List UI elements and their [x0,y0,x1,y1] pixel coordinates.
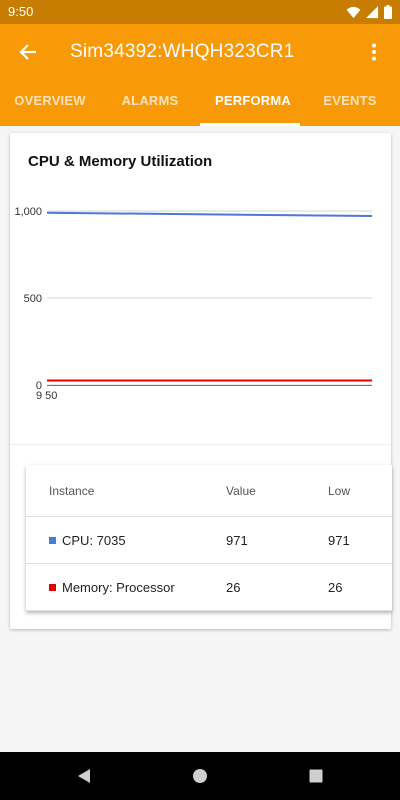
performance-card: CPU & Memory Utilization 1,000 500 0 9 50 I… [10,133,392,629]
triangle-back-icon [78,769,90,783]
legend-swatch [49,583,56,591]
system-nav-bar [0,752,400,800]
wifi-icon [346,6,361,18]
battery-icon [384,5,392,19]
tab-alarms[interactable]: ALARMS [100,80,200,126]
utilization-chart: 1,00050009 50 [14,206,373,402]
nav-back-button[interactable] [74,766,94,786]
instance-name: Memory: Processor [62,579,175,595]
y-tick-label: 1,000 [14,206,42,218]
signal-icon [366,5,379,18]
low-cell: 26 [328,579,343,595]
instance-table: Instance Value Low CPU: 7035 971 971 Mem… [26,465,392,611]
status-bar: 9:50 [0,0,400,24]
tab-performance[interactable]: PERFORMA [200,80,300,126]
instance-name: CPU: 7035 [62,532,126,548]
status-time: 9:50 [8,4,34,19]
table-row[interactable]: CPU: 7035 971 971 [26,517,392,564]
header-instance: Instance [49,483,95,498]
card-title: CPU & Memory Utilization [28,153,213,170]
table-row[interactable]: Memory: Processor 26 26 [26,564,392,611]
nav-home-button[interactable] [190,766,210,786]
arrow-back-icon [19,44,36,60]
value-cell: 971 [226,532,248,548]
app-bar: Sim34392:WHQH323CR1 [0,24,400,80]
tab-events[interactable]: EVENTS [300,80,400,126]
tab-indicator [200,123,300,126]
instance-cell: CPU: 7035 [49,517,126,563]
overflow-menu-button[interactable] [358,36,390,68]
more-vert-icon [372,43,376,61]
tab-overview[interactable]: OVERVIEW [0,80,100,126]
header-value: Value [226,483,256,498]
table-header: Instance Value Low [26,465,392,517]
back-button[interactable] [12,36,44,68]
value-cell: 26 [226,579,241,595]
legend-swatch [49,536,56,544]
x-tick-label: 9 50 [36,390,57,402]
y-tick-label: 500 [24,293,42,305]
header-low: Low [328,483,351,498]
circle-home-icon [193,769,207,783]
series-line [46,211,373,218]
tab-bar: OVERVIEW ALARMS PERFORMA EVENTS [0,80,400,126]
status-icons [346,5,392,19]
square-recents-icon [309,769,323,783]
nav-recents-button[interactable] [306,766,326,786]
app-title: Sim34392:WHQH323CR1 [70,41,295,62]
instance-cell: Memory: Processor [49,564,175,610]
low-cell: 971 [328,532,350,548]
chart-divider [10,444,391,445]
